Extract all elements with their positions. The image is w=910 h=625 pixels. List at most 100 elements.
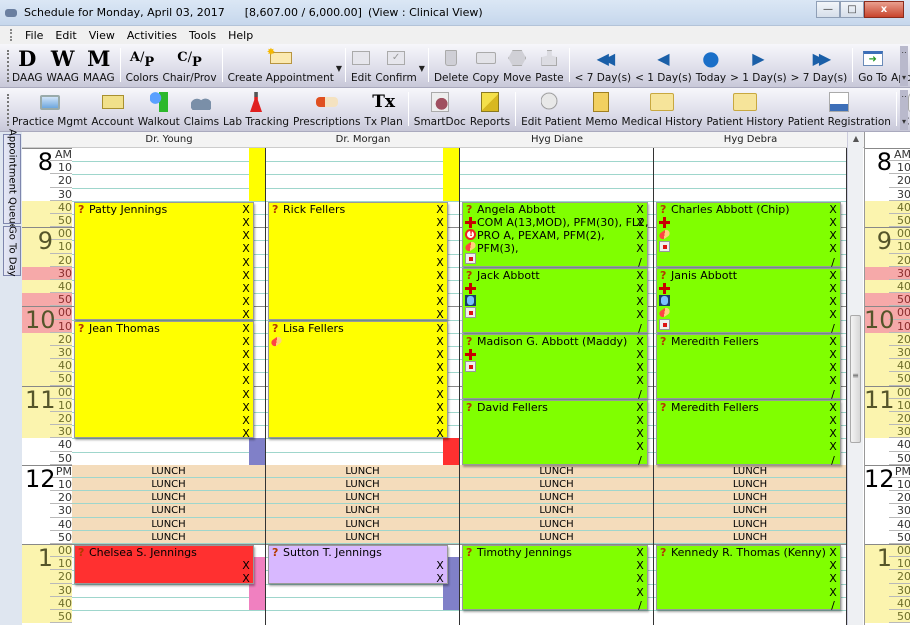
confirm-button[interactable]: ✓ Confirm (373, 43, 418, 87)
time-slot[interactable]: 40 (22, 518, 72, 531)
appointment-block[interactable]: ? Charles Abbott (Chip) X X X X / (656, 201, 841, 269)
appointment-queue-tab[interactable]: Appointment Queue (3, 129, 21, 229)
memo-button[interactable]: Memo (583, 87, 619, 131)
smartdoc-button[interactable]: SmartDoc (412, 87, 468, 131)
time-slot[interactable]: 50 (22, 610, 72, 624)
practice-mgmt-button[interactable]: Practice Mgmt (10, 87, 89, 131)
appointment-block[interactable]: ? Lisa Fellers X X X X X X X X X (268, 320, 448, 440)
time-slot[interactable]: 30 (22, 504, 72, 518)
time-slot[interactable]: 20 (22, 253, 72, 267)
appointment-block[interactable]: ? Jack Abbott X X X X / (462, 267, 648, 335)
time-slot[interactable]: 50 (865, 531, 910, 544)
patient-name[interactable]: Meredith Fellers (671, 401, 759, 414)
lunch-block[interactable]: LUNCH (72, 478, 265, 492)
medical-alert-icon[interactable] (465, 282, 476, 294)
lunch-block[interactable]: LUNCH (266, 504, 459, 518)
document-icon[interactable] (659, 319, 670, 331)
time-slot[interactable]: 40 (22, 200, 72, 214)
lunch-block[interactable]: LUNCH (460, 491, 653, 505)
time-slot[interactable]: 30 (22, 266, 72, 280)
lunch-block[interactable]: LUNCH (654, 478, 846, 492)
time-slot[interactable]: 40 (865, 596, 910, 610)
appointment-block[interactable]: ? Kennedy R. Thomas (Kenny) X X X X / (656, 545, 841, 612)
patient-name[interactable]: Janis Abbott (671, 269, 737, 282)
lunch-block[interactable]: LUNCH (72, 530, 265, 544)
medication-icon[interactable] (657, 306, 672, 319)
create-appointment-button[interactable]: ✸ Create Appointment (226, 43, 336, 87)
lunch-block[interactable]: LUNCH (654, 530, 846, 544)
provider-column[interactable]: LUNCH LUNCH LUNCH LUNCH LUNCH LUNCH? Rick Fell… (266, 148, 460, 625)
today-button[interactable]: ● Today (694, 43, 728, 87)
time-slot[interactable]: 30 (22, 583, 72, 597)
time-slot[interactable]: 30 (865, 266, 910, 280)
time-slot[interactable]: 40 (22, 596, 72, 610)
vertical-scrollbar[interactable]: ▲ ≡ (847, 132, 863, 625)
lunch-block[interactable]: LUNCH (72, 464, 265, 478)
lunch-block[interactable]: LUNCH (72, 504, 265, 518)
colors-button[interactable]: A / P Colors (124, 43, 161, 87)
appointment-block[interactable]: ? Meredith Fellers X X X X / (656, 399, 841, 467)
appointment-block[interactable]: ? Rick Fellers X X X X X X X X X (268, 201, 448, 321)
time-slot[interactable]: 50 (22, 214, 72, 228)
lunch-block[interactable]: LUNCH (72, 517, 265, 531)
patient-name[interactable]: Rick Fellers (283, 203, 345, 216)
patient-name[interactable]: Charles Abbott (Chip) (671, 203, 790, 216)
appointment-block[interactable]: ? Meredith Fellers X X X X / (656, 333, 841, 401)
time-slot[interactable]: 40 (865, 200, 910, 214)
close-button[interactable]: x (864, 1, 904, 18)
toolbar-grip[interactable] (7, 50, 9, 82)
paste-button[interactable]: Paste (533, 43, 565, 87)
appointment-block[interactable]: ? Jean Thomas X X X X X X X X X (74, 320, 254, 440)
lunch-block[interactable]: LUNCH (460, 517, 653, 531)
minimize-button[interactable]: — (816, 1, 840, 18)
patient-name[interactable]: Chelsea S. Jennings (89, 546, 197, 559)
back-1-day-button[interactable]: ◀ < 1 Day(s) (633, 43, 694, 87)
time-slot[interactable]: 40 (865, 359, 910, 373)
appointment-block[interactable]: ? Sutton T. Jennings X X (268, 545, 448, 585)
back-7-days-button[interactable]: ◀◀ < 7 Day(s) (573, 43, 634, 87)
menu-file[interactable]: File (19, 29, 49, 42)
patient-name[interactable]: Angela Abbott (477, 203, 555, 216)
daag-button[interactable]: D DAAG (10, 43, 45, 87)
time-slot[interactable]: 30 (865, 504, 910, 518)
maag-button[interactable]: M MAAG (81, 43, 117, 87)
time-slot[interactable]: 40 (865, 280, 910, 294)
document-icon[interactable] (465, 253, 476, 265)
document-icon[interactable] (465, 360, 476, 372)
medical-alert-icon[interactable] (465, 216, 476, 228)
lunch-block[interactable]: LUNCH (266, 491, 459, 505)
tx-plan-button[interactable]: Tx Tx Plan (362, 87, 404, 131)
patient-name[interactable]: Jack Abbott (477, 269, 540, 282)
column-header[interactable]: Dr. Young (72, 132, 266, 148)
lab-tracking-button[interactable]: Lab Tracking (221, 87, 291, 131)
time-slot[interactable]: 50 (22, 372, 72, 386)
time-slot[interactable]: 20 (865, 570, 910, 584)
chair-prov-button[interactable]: C / P Chair/Prov (161, 43, 219, 87)
patient-name[interactable]: Sutton T. Jennings (283, 546, 382, 559)
edit-patient-button[interactable]: Edit Patient (519, 87, 583, 131)
time-slot[interactable]: 50 (22, 452, 72, 465)
patient-name[interactable]: Patty Jennings (89, 203, 167, 216)
hand-icon[interactable] (659, 294, 670, 306)
lunch-block[interactable]: LUNCH (460, 530, 653, 544)
time-slot[interactable]: 20 (865, 491, 910, 505)
menu-view[interactable]: View (83, 29, 121, 42)
patient-name[interactable]: Lisa Fellers (283, 322, 344, 335)
maximize-button[interactable]: □ (840, 1, 864, 18)
appointment-block[interactable]: ? Janis Abbott X X X X / (656, 267, 841, 335)
claims-button[interactable]: Claims (182, 87, 221, 131)
create-dropdown-icon[interactable]: ▼ (336, 64, 342, 73)
go-to-button[interactable]: ➜ Go To (856, 43, 889, 87)
menu-edit[interactable]: Edit (49, 29, 82, 42)
waag-button[interactable]: W WAAG (45, 43, 81, 87)
patient-name[interactable]: Madison G. Abbott (Maddy) (477, 335, 627, 348)
menu-tools[interactable]: Tools (183, 29, 222, 42)
time-slot[interactable]: 30 (865, 425, 910, 439)
time-slot[interactable]: 30 (22, 425, 72, 439)
time-slot[interactable]: 20 (865, 412, 910, 426)
time-slot[interactable]: 20 (22, 332, 72, 346)
time-slot[interactable]: 40 (22, 280, 72, 294)
time-slot[interactable]: 20 (22, 412, 72, 426)
edit-button[interactable]: Edit (349, 43, 373, 87)
menu-activities[interactable]: Activities (121, 29, 183, 42)
